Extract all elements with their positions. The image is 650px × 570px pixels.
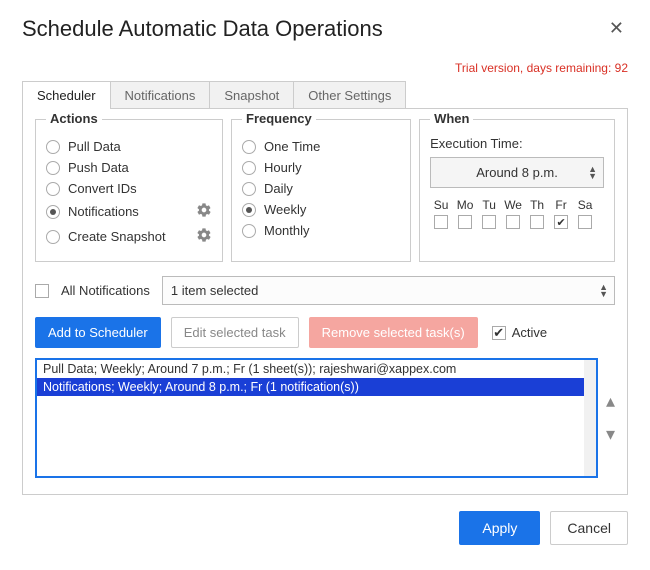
move-down-icon[interactable]: ▾ <box>606 424 615 445</box>
tab-notifications[interactable]: Notifications <box>110 81 211 109</box>
all-notifications-checkbox[interactable] <box>35 284 49 298</box>
action-option-notifications[interactable]: Notifications <box>46 199 212 224</box>
day-checkbox-mo[interactable] <box>458 215 472 229</box>
day-checkbox-tu[interactable] <box>482 215 496 229</box>
day-checkbox-sa[interactable] <box>578 215 592 229</box>
day-label: Su <box>430 198 452 212</box>
radio-icon <box>242 224 256 238</box>
when-legend: When <box>430 111 473 126</box>
action-option-label: Notifications <box>68 204 139 219</box>
day-column-tu: Tu <box>478 198 500 229</box>
day-label: Sa <box>574 198 596 212</box>
day-checkbox-we[interactable] <box>506 215 520 229</box>
move-up-icon[interactable]: ▴ <box>606 391 615 412</box>
radio-icon <box>46 230 60 244</box>
notifications-select[interactable]: 1 item selected ▲▼ <box>162 276 615 305</box>
radio-icon <box>46 161 60 175</box>
radio-icon <box>242 182 256 196</box>
action-option-label: Convert IDs <box>68 181 137 196</box>
frequency-group: Frequency One TimeHourlyDailyWeeklyMonth… <box>231 119 411 262</box>
gear-icon[interactable] <box>196 227 212 246</box>
execution-time-value: Around 8 p.m. <box>476 165 558 180</box>
day-column-th: Th <box>526 198 548 229</box>
active-label: Active <box>512 325 547 340</box>
stepper-icon: ▲▼ <box>599 284 608 298</box>
frequency-option-label: One Time <box>264 139 320 154</box>
radio-icon <box>242 161 256 175</box>
frequency-option-label: Weekly <box>264 202 306 217</box>
reorder-controls: ▴ ▾ <box>606 358 615 478</box>
action-option-create-snapshot[interactable]: Create Snapshot <box>46 224 212 249</box>
action-option-push-data[interactable]: Push Data <box>46 157 212 178</box>
action-option-label: Create Snapshot <box>68 229 166 244</box>
radio-icon <box>46 205 60 219</box>
trial-notice: Trial version, days remaining: 92 <box>22 61 628 75</box>
day-column-su: Su <box>430 198 452 229</box>
actions-group: Actions Pull DataPush DataConvert IDsNot… <box>35 119 223 262</box>
day-column-fr: Fr ✔ <box>550 198 572 229</box>
task-list[interactable]: Pull Data; Weekly; Around 7 p.m.; Fr (1 … <box>35 358 598 478</box>
frequency-option-monthly[interactable]: Monthly <box>242 220 400 241</box>
notifications-select-value: 1 item selected <box>171 283 258 298</box>
day-label: Tu <box>478 198 500 212</box>
day-column-mo: Mo <box>454 198 476 229</box>
actions-legend: Actions <box>46 111 102 126</box>
edit-selected-task-button[interactable]: Edit selected task <box>171 317 299 348</box>
execution-time-label: Execution Time: <box>430 136 604 151</box>
radio-icon <box>242 203 256 217</box>
close-icon[interactable]: ✕ <box>605 14 628 43</box>
scheduler-panel: Actions Pull Data Push Data Convert IDs Not… <box>22 108 628 495</box>
days-row: SuMoTuWeThFr ✔ Sa <box>430 198 604 229</box>
day-checkbox-th[interactable] <box>530 215 544 229</box>
dialog-title: Schedule Automatic Data Operations <box>22 16 383 42</box>
task-item[interactable]: Pull Data; Weekly; Around 7 p.m.; Fr (1 … <box>37 360 596 378</box>
when-group: When Execution Time: Around 8 p.m. ▲▼ Su… <box>419 119 615 262</box>
remove-selected-tasks-button[interactable]: Remove selected task(s) <box>309 317 478 348</box>
cancel-button[interactable]: Cancel <box>550 511 628 545</box>
frequency-option-hourly[interactable]: Hourly <box>242 157 400 178</box>
day-checkbox-fr[interactable]: ✔ <box>554 215 568 229</box>
execution-time-select[interactable]: Around 8 p.m. ▲▼ <box>430 157 604 188</box>
day-label: Fr <box>550 198 572 212</box>
day-label: Th <box>526 198 548 212</box>
day-checkbox-su[interactable] <box>434 215 448 229</box>
action-option-label: Pull Data <box>68 139 121 154</box>
gear-icon[interactable] <box>196 202 212 221</box>
action-option-convert-ids[interactable]: Convert IDs <box>46 178 212 199</box>
tab-snapshot[interactable]: Snapshot <box>209 81 294 109</box>
frequency-legend: Frequency <box>242 111 316 126</box>
radio-icon <box>46 182 60 196</box>
frequency-option-weekly[interactable]: Weekly <box>242 199 400 220</box>
frequency-option-label: Hourly <box>264 160 302 175</box>
apply-button[interactable]: Apply <box>459 511 540 545</box>
radio-icon <box>242 140 256 154</box>
all-notifications-label: All Notifications <box>61 283 150 298</box>
add-to-scheduler-button[interactable]: Add to Scheduler <box>35 317 161 348</box>
active-checkbox[interactable]: ✔ <box>492 326 506 340</box>
day-label: We <box>502 198 524 212</box>
action-option-label: Push Data <box>68 160 129 175</box>
day-label: Mo <box>454 198 476 212</box>
day-column-sa: Sa <box>574 198 596 229</box>
action-option-pull-data[interactable]: Pull Data <box>46 136 212 157</box>
frequency-option-daily[interactable]: Daily <box>242 178 400 199</box>
tab-scheduler[interactable]: Scheduler <box>22 81 111 109</box>
task-item[interactable]: Notifications; Weekly; Around 8 p.m.; Fr… <box>37 378 596 396</box>
radio-icon <box>46 140 60 154</box>
scrollbar-track[interactable] <box>584 360 596 476</box>
tab-bar: SchedulerNotificationsSnapshotOther Sett… <box>22 81 628 109</box>
stepper-icon: ▲▼ <box>588 166 597 180</box>
frequency-option-one-time[interactable]: One Time <box>242 136 400 157</box>
frequency-option-label: Daily <box>264 181 293 196</box>
day-column-we: We <box>502 198 524 229</box>
tab-other-settings[interactable]: Other Settings <box>293 81 406 109</box>
frequency-option-label: Monthly <box>264 223 310 238</box>
